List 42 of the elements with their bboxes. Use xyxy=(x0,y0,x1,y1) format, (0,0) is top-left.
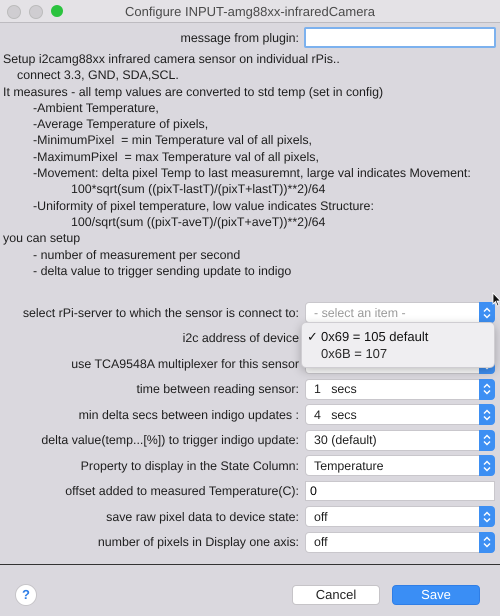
description-text: -Movement: delta pixel Temp to last measuremnt, large val indicates Movement: xyxy=(33,166,471,180)
dropdown[interactable]: 1 secs xyxy=(305,378,495,400)
description-text: you can setup xyxy=(3,231,80,246)
field-label: min delta secs between indigo updates : xyxy=(78,408,300,422)
minimize-icon[interactable] xyxy=(29,5,43,19)
zoom-icon[interactable] xyxy=(51,5,63,17)
dropdown[interactable]: off xyxy=(305,506,495,528)
field-label: message from plugin: xyxy=(180,30,299,44)
field-label: number of pixels in Display one axis: xyxy=(96,535,300,550)
field-label: delta value(temp...[%]) to trigger indigo update: xyxy=(40,433,300,448)
offset-field[interactable]: 0 xyxy=(305,481,495,502)
dropdown[interactable]: 30 (default) xyxy=(305,430,495,451)
dropdown[interactable]: Temperature xyxy=(305,455,495,476)
description-text: -MinimumPixel = min Temperature val of all pixels, xyxy=(33,133,312,148)
field-label: offset added to measured Temperature(C): xyxy=(64,484,300,498)
field-label: use TCA9548A multiplexer for this sensor xyxy=(70,356,300,371)
description-text: - number of measurement per second xyxy=(33,248,240,262)
description-text: -MaximumPixel = max Temperature val of all pixels, xyxy=(33,150,319,164)
description-text: 100*sqrt(sum ((pixT-lastT)/(pixT+lastT))**2)/64 xyxy=(71,182,326,196)
description-text: - delta value to trigger sending update to indigo xyxy=(33,264,292,278)
field-label: save raw pixel data to device state: xyxy=(105,510,300,524)
field-label: Property to display in the State Column: xyxy=(80,458,300,473)
description-text: Setup i2camg88xx infrared camera sensor on individual rPis.. xyxy=(3,52,340,66)
dropdown[interactable]: off xyxy=(305,532,495,553)
message-field[interactable] xyxy=(304,27,496,48)
close-icon[interactable] xyxy=(7,5,21,19)
description-text: 100/sqrt(sum ((pixT-aveT)/(pixT+aveT))**2)/64 xyxy=(71,214,326,229)
cancel-button[interactable]: Cancel xyxy=(292,584,380,605)
field-label: time between reading sensor: xyxy=(135,382,300,396)
menu-item[interactable]: ✓ 0x69 = 105 default xyxy=(302,328,494,346)
mouse-pointer-icon xyxy=(492,292,500,307)
description-text: It measures - all temp values are converted to std temp (set in config) xyxy=(3,84,384,99)
field-label: select rPi-server to which the sensor is connect to: xyxy=(22,306,300,320)
description-text: -Average Temperature of pixels, xyxy=(33,117,208,132)
window-title: Configure INPUT-amg88xx-infraredCamera xyxy=(125,4,375,18)
description-text: -Uniformity of pixel temperature, low value indicates Structure: xyxy=(33,198,374,213)
field-label: i2c address of device xyxy=(182,331,300,346)
help-button[interactable]: ? xyxy=(15,584,37,606)
dropdown[interactable]: 4 secs xyxy=(305,404,495,426)
description-text: connect 3.3, GND, SDA,SCL. xyxy=(17,68,179,82)
menu-item[interactable]: 0x6B = 107 xyxy=(302,345,494,362)
description-text: -Ambient Temperature, xyxy=(33,100,159,115)
